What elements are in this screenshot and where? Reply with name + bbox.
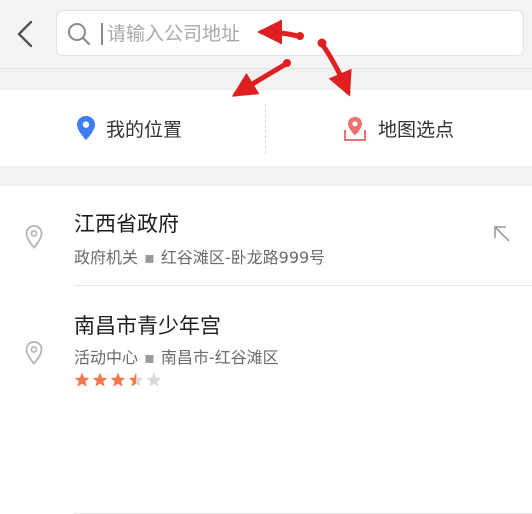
map-pick-button[interactable]: 地图选点: [342, 90, 454, 166]
search-box[interactable]: [56, 10, 524, 56]
star-icon: [74, 372, 90, 387]
chevron-left-icon: [17, 20, 33, 48]
result-title: 南昌市青少年宫: [74, 314, 221, 338]
result-meta: 活动中心 ▪ 南昌市-红谷滩区: [74, 344, 279, 368]
result-address: 红谷滩区-卧龙路999号: [160, 248, 326, 267]
back-button[interactable]: [10, 14, 40, 54]
search-icon: [68, 23, 91, 46]
meta-separator-icon: ▪: [144, 248, 155, 267]
meta-separator-icon: ▪: [144, 348, 155, 367]
section-gap: [0, 68, 532, 91]
blurred-region: [310, 316, 532, 396]
location-pin-icon: [77, 116, 95, 140]
options-divider: [265, 104, 266, 154]
result-meta: 政府机关 ▪ 红谷滩区-卧龙路999号: [74, 244, 325, 268]
list-item[interactable]: 江西省政府 政府机关 ▪ 红谷滩区-卧龙路999号: [0, 186, 532, 286]
location-pin-outline-icon: [25, 225, 43, 249]
result-category: 政府机关: [74, 248, 139, 267]
text-caret: [101, 23, 103, 45]
my-location-button[interactable]: 我的位置: [76, 90, 182, 166]
result-category: 活动中心: [74, 348, 139, 367]
my-location-label: 我的位置: [106, 118, 183, 141]
section-gap: [0, 166, 532, 186]
fill-in-arrow-icon[interactable]: [492, 224, 512, 244]
map-pick-label: 地图选点: [378, 118, 455, 141]
result-address: 南昌市-红谷滩区: [160, 348, 279, 367]
rating-stars: [74, 372, 162, 388]
list-item[interactable]: 南昌市青少年宫 活动中心 ▪ 南昌市-红谷滩区: [0, 286, 532, 514]
top-bar: [0, 0, 532, 68]
star-icon: [110, 372, 126, 387]
location-pin-outline-icon: [25, 341, 43, 365]
star-icon: [92, 372, 108, 387]
result-title: 江西省政府: [74, 212, 179, 236]
star-icon: [146, 372, 162, 387]
location-options: 我的位置 地图选点: [0, 90, 532, 166]
map-marker-icon: [344, 117, 366, 141]
search-input[interactable]: [105, 17, 489, 51]
star-icon: [128, 372, 144, 387]
